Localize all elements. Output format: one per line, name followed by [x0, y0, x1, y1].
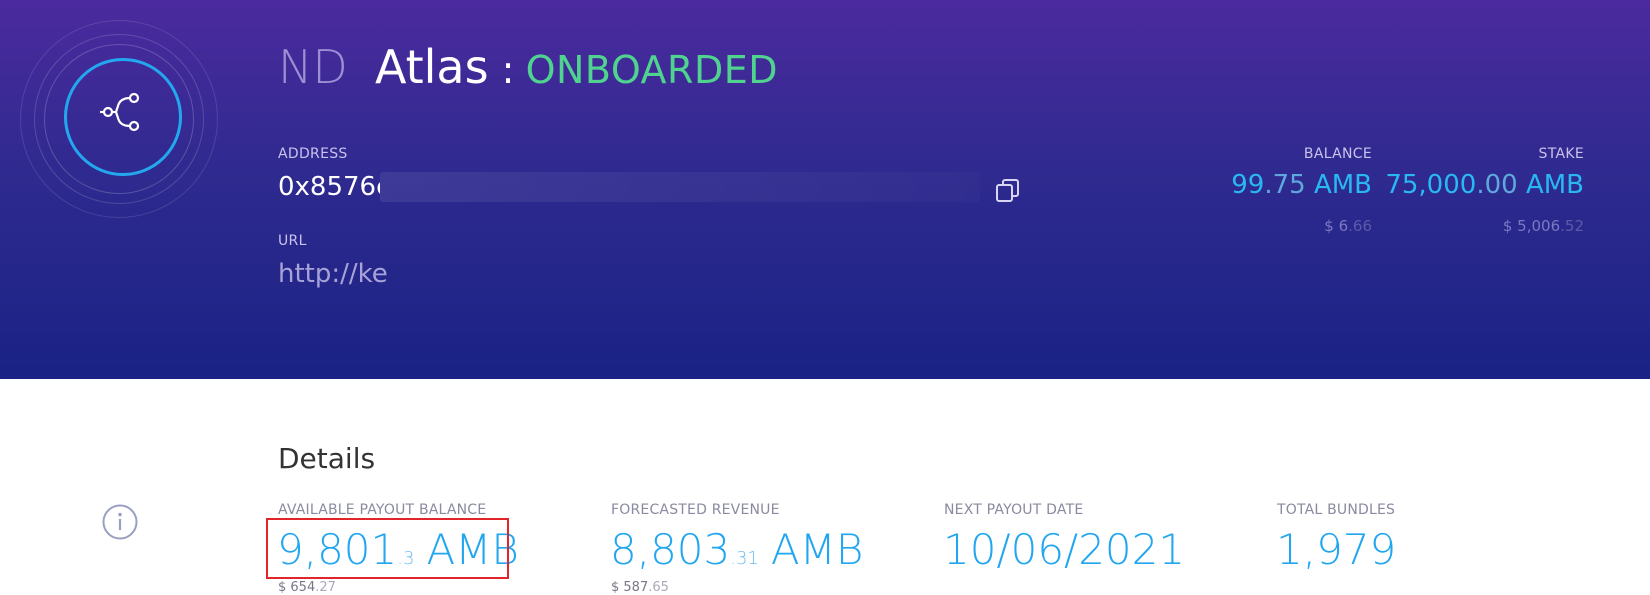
total-bundles-label: TOTAL BUNDLES [1277, 502, 1396, 518]
stake-usd-int: $ 5,006 [1502, 217, 1561, 235]
balance-usd-int: $ 6 [1324, 217, 1349, 235]
stake-usd: $ 5,006.52 [1364, 217, 1584, 235]
copy-icon[interactable] [994, 177, 1022, 205]
balance-dec: .75 [1264, 170, 1306, 200]
url-value[interactable]: http://ke [278, 259, 390, 289]
stake-unit: AMB [1525, 170, 1584, 200]
url-label: URL [278, 233, 307, 249]
highlight-box [266, 518, 509, 579]
address-redacted [380, 172, 980, 202]
node-header: ND Atlas : ONBOARDED ADDRESS 0x8576c URL… [0, 0, 1650, 379]
address-value: 0x8576c [278, 172, 380, 202]
forecasted-revenue-label: FORECASTED REVENUE [611, 502, 780, 518]
stake-dec: .00 [1476, 170, 1518, 200]
stake-int: 75,000 [1385, 170, 1477, 200]
forecasted-revenue-int: 8,803 [610, 525, 731, 574]
info-icon [102, 504, 138, 540]
next-payout-date-value: 10/06/2021 [943, 525, 1186, 574]
node-share-icon [100, 92, 140, 132]
details-title: Details [278, 442, 376, 475]
node-title: ND Atlas : ONBOARDED [278, 40, 778, 94]
total-bundles-value: 1,979 [1276, 525, 1397, 574]
node-status: ONBOARDED [525, 48, 778, 92]
balance-int: 99 [1231, 170, 1265, 200]
forecasted-revenue-unit: AMB [770, 525, 864, 574]
balance-label: BALANCE [1303, 146, 1372, 162]
balance-usd: $ 6.66 [1172, 217, 1372, 235]
next-payout-date-label: NEXT PAYOUT DATE [944, 502, 1084, 518]
balance-amount: 99.75 AMB [1172, 170, 1372, 200]
address-label: ADDRESS [278, 146, 348, 162]
stake-label: STAKE [1538, 146, 1584, 162]
available-payout-label: AVAILABLE PAYOUT BALANCE [278, 502, 487, 518]
stake-amount: 75,000.00 AMB [1364, 170, 1584, 200]
forecasted-revenue-value: 8,803.31 AMB [610, 525, 863, 574]
forecasted-revenue-dec: .31 [730, 548, 759, 569]
stake-usd-dec: .52 [1560, 217, 1584, 235]
node-name: Atlas [374, 40, 489, 94]
title-separator: : [501, 48, 515, 92]
node-prefix: ND [278, 40, 348, 94]
